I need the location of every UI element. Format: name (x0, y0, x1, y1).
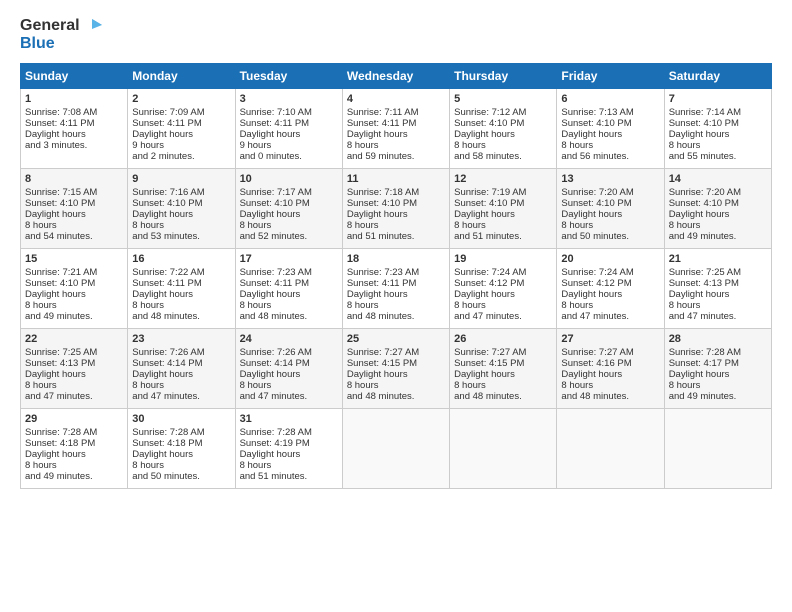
cell-29: 29Sunrise: 7:28 AMSunset: 4:18 PMDayligh… (21, 409, 128, 489)
cell-15: 15Sunrise: 7:21 AMSunset: 4:10 PMDayligh… (21, 249, 128, 329)
cell-14: 14Sunrise: 7:20 AMSunset: 4:10 PMDayligh… (664, 169, 771, 249)
cell-13: 13Sunrise: 7:20 AMSunset: 4:10 PMDayligh… (557, 169, 664, 249)
cell-1: 1Sunrise: 7:08 AMSunset: 4:11 PMDaylight… (21, 89, 128, 169)
cell-18: 18Sunrise: 7:23 AMSunset: 4:11 PMDayligh… (342, 249, 449, 329)
empty-cell (557, 409, 664, 489)
cell-25: 25Sunrise: 7:27 AMSunset: 4:15 PMDayligh… (342, 329, 449, 409)
cell-31: 31Sunrise: 7:28 AMSunset: 4:19 PMDayligh… (235, 409, 342, 489)
page: General Blue SundayMondayTuesdayWednesda… (0, 0, 792, 499)
header-friday: Friday (557, 64, 664, 89)
cell-24: 24Sunrise: 7:26 AMSunset: 4:14 PMDayligh… (235, 329, 342, 409)
calendar-table: SundayMondayTuesdayWednesdayThursdayFrid… (20, 63, 772, 489)
cell-20: 20Sunrise: 7:24 AMSunset: 4:12 PMDayligh… (557, 249, 664, 329)
cell-3: 3Sunrise: 7:10 AMSunset: 4:11 PMDaylight… (235, 89, 342, 169)
header-saturday: Saturday (664, 64, 771, 89)
cell-22: 22Sunrise: 7:25 AMSunset: 4:13 PMDayligh… (21, 329, 128, 409)
cell-21: 21Sunrise: 7:25 AMSunset: 4:13 PMDayligh… (664, 249, 771, 329)
cell-2: 2Sunrise: 7:09 AMSunset: 4:11 PMDaylight… (128, 89, 235, 169)
cell-26: 26Sunrise: 7:27 AMSunset: 4:15 PMDayligh… (450, 329, 557, 409)
cell-30: 30Sunrise: 7:28 AMSunset: 4:18 PMDayligh… (128, 409, 235, 489)
cell-28: 28Sunrise: 7:28 AMSunset: 4:17 PMDayligh… (664, 329, 771, 409)
empty-cell (664, 409, 771, 489)
cell-10: 10Sunrise: 7:17 AMSunset: 4:10 PMDayligh… (235, 169, 342, 249)
cell-16: 16Sunrise: 7:22 AMSunset: 4:11 PMDayligh… (128, 249, 235, 329)
header-tuesday: Tuesday (235, 64, 342, 89)
header-sunday: Sunday (21, 64, 128, 89)
header-thursday: Thursday (450, 64, 557, 89)
logo-bird-icon (82, 15, 104, 37)
cell-17: 17Sunrise: 7:23 AMSunset: 4:11 PMDayligh… (235, 249, 342, 329)
cell-12: 12Sunrise: 7:19 AMSunset: 4:10 PMDayligh… (450, 169, 557, 249)
logo-blue: Blue (20, 35, 55, 53)
cell-11: 11Sunrise: 7:18 AMSunset: 4:10 PMDayligh… (342, 169, 449, 249)
header-monday: Monday (128, 64, 235, 89)
logo-general: General (20, 17, 80, 35)
cell-9: 9Sunrise: 7:16 AMSunset: 4:10 PMDaylight… (128, 169, 235, 249)
cell-6: 6Sunrise: 7:13 AMSunset: 4:10 PMDaylight… (557, 89, 664, 169)
empty-cell (342, 409, 449, 489)
logo: General Blue (20, 15, 104, 53)
cell-23: 23Sunrise: 7:26 AMSunset: 4:14 PMDayligh… (128, 329, 235, 409)
empty-cell (450, 409, 557, 489)
cell-8: 8Sunrise: 7:15 AMSunset: 4:10 PMDaylight… (21, 169, 128, 249)
cell-5: 5Sunrise: 7:12 AMSunset: 4:10 PMDaylight… (450, 89, 557, 169)
cell-19: 19Sunrise: 7:24 AMSunset: 4:12 PMDayligh… (450, 249, 557, 329)
cell-7: 7Sunrise: 7:14 AMSunset: 4:10 PMDaylight… (664, 89, 771, 169)
header-wednesday: Wednesday (342, 64, 449, 89)
cell-27: 27Sunrise: 7:27 AMSunset: 4:16 PMDayligh… (557, 329, 664, 409)
cell-4: 4Sunrise: 7:11 AMSunset: 4:11 PMDaylight… (342, 89, 449, 169)
header: General Blue (20, 15, 772, 53)
